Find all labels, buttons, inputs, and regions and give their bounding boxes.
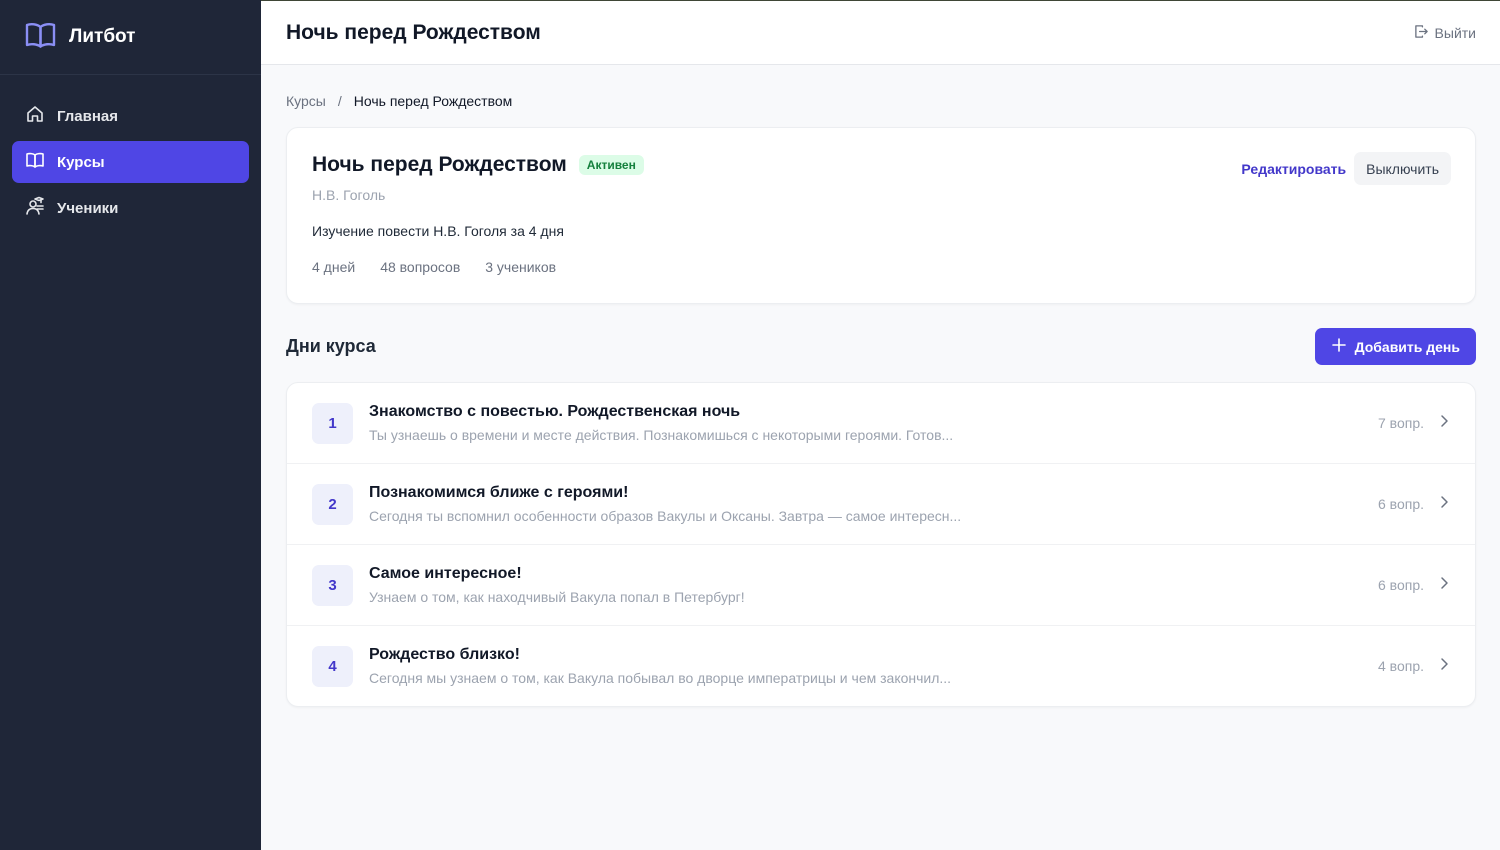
sidebar-item-home[interactable]: Главная bbox=[12, 95, 249, 137]
course-actions: Редактировать Выключить bbox=[1241, 152, 1451, 185]
day-title: Самое интересное! bbox=[369, 565, 522, 582]
sidebar-item-courses[interactable]: Курсы bbox=[12, 141, 249, 183]
sidebar-item-label: Ученики bbox=[57, 199, 119, 217]
status-badge: Активен bbox=[578, 155, 644, 175]
day-row[interactable]: 1 Знакомство с повестью. Рождественская … bbox=[287, 383, 1475, 464]
sidebar-item-label: Курсы bbox=[57, 153, 105, 171]
logout-label: Выйти bbox=[1434, 24, 1476, 41]
page-title: Ночь перед Рождеством bbox=[286, 20, 541, 44]
day-subtitle: Сегодня мы узнаем о том, как Вакула побы… bbox=[369, 670, 952, 686]
day-text: Познакомимся ближе с героями! Сегодня ты… bbox=[369, 484, 1378, 524]
day-text: Самое интересное! Узнаем о том, как нахо… bbox=[369, 565, 1378, 605]
course-card: Ночь перед Рождеством Активен Н.В. Гогол… bbox=[286, 127, 1476, 304]
home-icon bbox=[25, 104, 45, 128]
plus-icon bbox=[1331, 337, 1355, 356]
day-subtitle: Сегодня ты вспомнил особенности образов … bbox=[369, 508, 962, 524]
day-subtitle: Узнаем о том, как находчивый Вакула попа… bbox=[369, 589, 745, 605]
breadcrumb: Курсы / Ночь перед Рождеством bbox=[286, 92, 1476, 110]
chevron-right-icon bbox=[1438, 657, 1450, 676]
stat-questions: 48 вопросов bbox=[380, 259, 461, 275]
sidebar: Литбот Главная Курсы Ученики bbox=[0, 0, 261, 850]
course-description: Изучение повести Н.В. Гоголя за 4 дня bbox=[312, 223, 564, 239]
breadcrumb-separator: / bbox=[337, 93, 342, 109]
day-text: Рождество близко! Сегодня мы узнаем о то… bbox=[369, 646, 1378, 686]
day-row[interactable]: 3 Самое интересное! Узнаем о том, как на… bbox=[287, 545, 1475, 626]
add-day-label: Добавить день bbox=[1354, 338, 1460, 355]
students-icon bbox=[25, 196, 45, 220]
day-title: Рождество близко! bbox=[369, 646, 520, 663]
book-logo-icon bbox=[25, 21, 56, 53]
breadcrumb-courses-link[interactable]: Курсы bbox=[286, 93, 326, 109]
main-content: Курсы / Ночь перед Рождеством Ночь перед… bbox=[261, 65, 1500, 850]
edit-course-button[interactable]: Редактировать bbox=[1241, 161, 1346, 177]
day-question-count: 6 вопр. bbox=[1378, 577, 1424, 593]
day-question-count: 4 вопр. bbox=[1378, 658, 1424, 674]
day-question-count: 7 вопр. bbox=[1378, 415, 1424, 431]
day-number: 3 bbox=[312, 564, 353, 606]
course-author: Н.В. Гоголь bbox=[312, 187, 386, 203]
day-row[interactable]: 4 Рождество близко! Сегодня мы узнаем о … bbox=[287, 626, 1475, 706]
day-row[interactable]: 2 Познакомимся ближе с героями! Сегодня … bbox=[287, 464, 1475, 545]
day-number: 1 bbox=[312, 402, 353, 444]
day-question-count: 6 вопр. bbox=[1378, 496, 1424, 512]
chevron-right-icon bbox=[1438, 414, 1450, 433]
course-stats: 4 дней 48 вопросов 3 учеников bbox=[312, 259, 1450, 275]
day-subtitle: Ты узнаешь о времени и месте действия. П… bbox=[369, 427, 954, 443]
logout-button[interactable]: Выйти bbox=[1414, 24, 1476, 42]
day-title: Знакомство с повестью. Рождественская но… bbox=[369, 403, 741, 420]
day-text: Знакомство с повестью. Рождественская но… bbox=[369, 403, 1378, 443]
sidebar-nav: Главная Курсы Ученики bbox=[0, 75, 261, 229]
logout-icon bbox=[1414, 24, 1435, 42]
stat-students: 3 учеников bbox=[485, 259, 557, 275]
chevron-right-icon bbox=[1438, 576, 1450, 595]
course-title: Ночь перед Рождеством bbox=[312, 153, 567, 176]
day-number: 4 bbox=[312, 645, 353, 687]
brand[interactable]: Литбот bbox=[0, 0, 261, 75]
days-section-title: Дни курса bbox=[286, 336, 376, 356]
day-title: Познакомимся ближе с героями! bbox=[369, 484, 629, 501]
day-number: 2 bbox=[312, 483, 353, 525]
breadcrumb-current: Ночь перед Рождеством bbox=[353, 93, 513, 109]
app-name: Литбот bbox=[69, 26, 136, 47]
days-section-header: Дни курса Добавить день bbox=[286, 328, 1476, 365]
days-list: 1 Знакомство с повестью. Рождественская … bbox=[286, 382, 1476, 707]
disable-course-button[interactable]: Выключить bbox=[1354, 152, 1451, 185]
topbar: Ночь перед Рождеством Выйти bbox=[261, 0, 1500, 65]
book-icon bbox=[25, 150, 45, 174]
add-day-button[interactable]: Добавить день bbox=[1314, 328, 1476, 365]
stat-days: 4 дней bbox=[312, 259, 356, 275]
chevron-right-icon bbox=[1438, 495, 1450, 514]
sidebar-item-students[interactable]: Ученики bbox=[12, 187, 249, 229]
sidebar-item-label: Главная bbox=[57, 107, 119, 125]
